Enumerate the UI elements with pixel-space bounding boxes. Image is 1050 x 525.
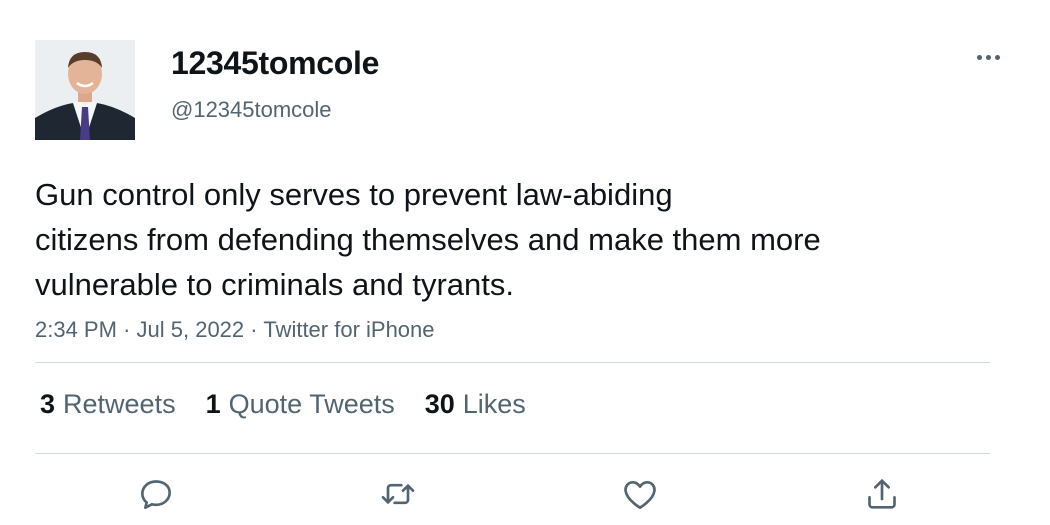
retweet-button[interactable] <box>378 474 418 514</box>
reply-icon <box>141 480 171 509</box>
divider <box>35 453 990 454</box>
retweets-stat[interactable]: 3 Retweets <box>40 387 176 421</box>
quote-tweets-count: 1 <box>205 389 221 419</box>
tweet-text: Gun control only serves to prevent law-a… <box>35 172 995 307</box>
engagement-stats: 3 Retweets 1 Quote Tweets 30 Likes <box>40 387 556 421</box>
likes-label: Likes <box>462 389 526 419</box>
tweet-date[interactable]: Jul 5, 2022 <box>137 317 245 342</box>
meta-separator: · <box>250 317 264 342</box>
quote-tweets-label: Quote Tweets <box>228 389 395 419</box>
more-dot-icon <box>976 54 982 60</box>
tweet-metadata: 2:34 PM · Jul 5, 2022 · Twitter for iPho… <box>35 315 435 345</box>
share-button[interactable] <box>862 474 902 514</box>
retweets-label: Retweets <box>63 389 176 419</box>
retweet-icon <box>381 483 415 505</box>
share-icon <box>868 479 896 509</box>
user-handle[interactable]: @12345tomcole <box>171 96 332 124</box>
like-button[interactable] <box>620 474 660 514</box>
reply-button[interactable] <box>136 474 176 514</box>
tweet-source[interactable]: Twitter for iPhone <box>263 317 434 342</box>
meta-separator: · <box>123 317 137 342</box>
avatar[interactable] <box>35 40 135 140</box>
heart-icon <box>624 481 656 509</box>
tweet-time[interactable]: 2:34 PM <box>35 317 117 342</box>
quote-tweets-stat[interactable]: 1 Quote Tweets <box>206 387 395 421</box>
display-name[interactable]: 12345tomcole <box>171 44 379 82</box>
tweet-text-line: Gun control only serves to prevent law-a… <box>35 177 673 212</box>
tweet-card: 12345tomcole @12345tomcole Gun control o… <box>0 0 1050 525</box>
retweets-count: 3 <box>40 389 56 419</box>
more-dot-icon <box>985 54 991 60</box>
tweet-text-line: citizens from defending themselves and m… <box>35 222 821 257</box>
divider <box>35 362 990 363</box>
more-options-button[interactable] <box>970 44 1006 70</box>
avatar-photo <box>35 40 135 140</box>
tweet-text-line: vulnerable to criminals and tyrants. <box>35 267 515 302</box>
likes-count: 30 <box>424 389 455 419</box>
likes-stat[interactable]: 30 Likes <box>425 387 526 421</box>
more-dot-icon <box>994 54 1000 60</box>
